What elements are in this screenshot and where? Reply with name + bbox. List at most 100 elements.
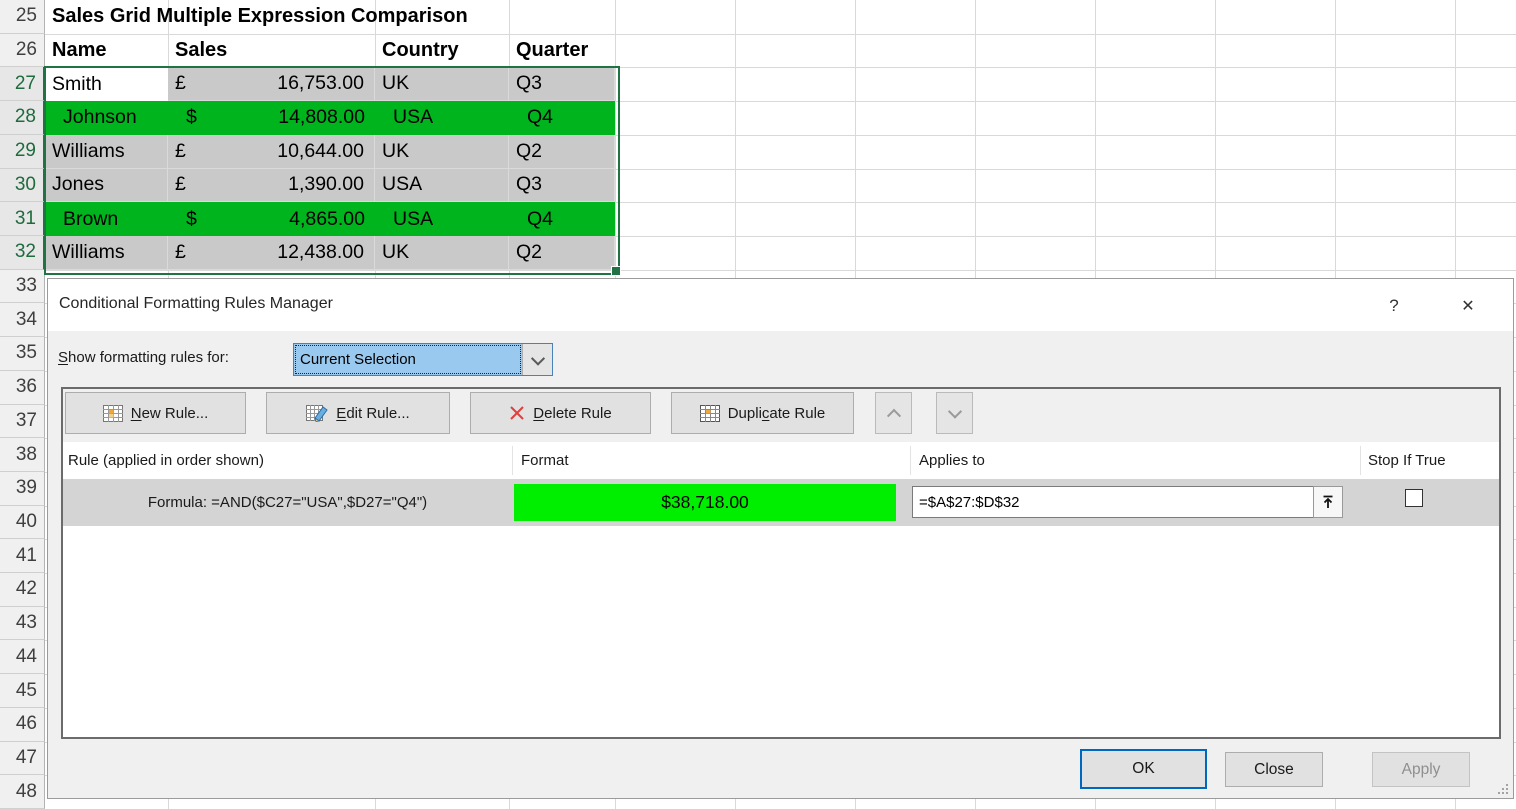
cell-quarter[interactable]: Q3 bbox=[509, 169, 615, 203]
currency-symbol: £ bbox=[175, 72, 186, 95]
row-header-43[interactable]: 43 bbox=[0, 607, 45, 641]
row-header-34[interactable]: 34 bbox=[0, 303, 45, 337]
row-header-32[interactable]: 32 bbox=[0, 236, 45, 270]
row-header-48[interactable]: 48 bbox=[0, 775, 45, 809]
sales-amount: 4,865.00 bbox=[289, 208, 365, 231]
scope-combobox-value[interactable]: Current Selection bbox=[294, 344, 522, 375]
currency-symbol: $ bbox=[186, 208, 197, 231]
delete-rule-button[interactable]: Delete Rule bbox=[470, 392, 651, 434]
column-header-quarter[interactable]: Quarter bbox=[509, 34, 615, 67]
delete-rule-label: Delete Rule bbox=[533, 405, 611, 422]
move-rule-down-button[interactable] bbox=[936, 392, 973, 434]
row-header-27[interactable]: 27 bbox=[0, 67, 45, 101]
row-header-33[interactable]: 33 bbox=[0, 270, 45, 304]
header-format: Format bbox=[521, 442, 569, 479]
rule-row[interactable]: Formula: =AND($C27="USA",$D27="Q4") $38,… bbox=[63, 479, 1499, 526]
cell-quarter[interactable]: Q4 bbox=[509, 101, 615, 135]
cell-sales[interactable]: $4,865.00 bbox=[168, 202, 375, 236]
rule-formula: Formula: =AND($C27="USA",$D27="Q4") bbox=[63, 479, 512, 526]
duplicate-rule-button[interactable]: Duplicate Rule bbox=[671, 392, 854, 434]
cell-country[interactable]: UK bbox=[375, 67, 509, 101]
row-header-47[interactable]: 47 bbox=[0, 742, 45, 776]
cell-country[interactable]: UK bbox=[375, 236, 509, 270]
column-header-country[interactable]: Country bbox=[375, 34, 509, 67]
edit-pencil-icon bbox=[306, 404, 328, 422]
row-header-41[interactable]: 41 bbox=[0, 539, 45, 573]
resize-grip[interactable] bbox=[1496, 782, 1508, 794]
column-divider bbox=[1360, 446, 1361, 475]
scope-combobox[interactable]: Current Selection bbox=[293, 343, 553, 376]
row-header-25[interactable]: 25 bbox=[0, 0, 45, 34]
row-header-30[interactable]: 30 bbox=[0, 169, 45, 203]
fill-handle[interactable] bbox=[611, 266, 621, 276]
cell-sales[interactable]: £10,644.00 bbox=[168, 135, 375, 169]
apply-button[interactable]: Apply bbox=[1372, 752, 1470, 787]
sales-amount: 16,753.00 bbox=[277, 72, 364, 95]
cell-sales[interactable]: $14,808.00 bbox=[168, 101, 375, 135]
collapse-range-icon bbox=[1321, 495, 1335, 510]
row-header-40[interactable]: 40 bbox=[0, 506, 45, 540]
column-header-name[interactable]: Name bbox=[45, 34, 168, 67]
cell-quarter[interactable]: Q4 bbox=[509, 202, 615, 236]
row-header-31[interactable]: 31 bbox=[0, 202, 45, 236]
cell-name[interactable]: Williams bbox=[45, 135, 168, 169]
cell-quarter[interactable]: Q3 bbox=[509, 67, 615, 101]
rule-format-preview: $38,718.00 bbox=[514, 484, 896, 521]
close-icon[interactable]: ✕ bbox=[1455, 293, 1481, 319]
sheet-title-cell[interactable]: Sales Grid Multiple Expression Compariso… bbox=[45, 0, 615, 33]
row-header-35[interactable]: 35 bbox=[0, 337, 45, 371]
cell-sales[interactable]: £1,390.00 bbox=[168, 169, 375, 203]
row-header-38[interactable]: 38 bbox=[0, 438, 45, 472]
cell-country[interactable]: USA bbox=[375, 101, 509, 135]
row-header-45[interactable]: 45 bbox=[0, 674, 45, 708]
row-header-26[interactable]: 26 bbox=[0, 34, 45, 68]
currency-symbol: £ bbox=[175, 241, 186, 264]
header-applies-to: Applies to bbox=[919, 442, 985, 479]
cell-name[interactable]: Williams bbox=[45, 236, 168, 270]
column-header-sales[interactable]: Sales bbox=[168, 34, 375, 67]
dialog-title: Conditional Formatting Rules Manager bbox=[59, 295, 333, 313]
cell-country[interactable]: USA bbox=[375, 169, 509, 203]
row-header-44[interactable]: 44 bbox=[0, 640, 45, 674]
red-x-icon bbox=[509, 405, 525, 421]
chevron-down-icon bbox=[530, 351, 544, 365]
row-header-36[interactable]: 36 bbox=[0, 371, 45, 405]
move-rule-up-button[interactable] bbox=[875, 392, 912, 434]
sales-amount: 14,808.00 bbox=[278, 106, 365, 129]
new-rule-button[interactable]: New Rule... bbox=[65, 392, 246, 434]
table-grid-icon bbox=[103, 405, 123, 422]
applies-to-input[interactable] bbox=[912, 486, 1314, 518]
row-header-39[interactable]: 39 bbox=[0, 472, 45, 506]
cell-sales[interactable]: £12,438.00 bbox=[168, 236, 375, 270]
ok-button[interactable]: OK bbox=[1080, 749, 1207, 789]
cell-quarter[interactable]: Q2 bbox=[509, 236, 615, 270]
currency-symbol: £ bbox=[175, 173, 186, 196]
sales-amount: 1,390.00 bbox=[288, 173, 364, 196]
cell-name[interactable]: Smith bbox=[45, 67, 168, 101]
cf-rules-manager-dialog: Conditional Formatting Rules Manager ? ✕… bbox=[47, 278, 1514, 799]
cell-name[interactable]: Johnson bbox=[45, 101, 168, 135]
column-divider bbox=[910, 446, 911, 475]
row-header-46[interactable]: 46 bbox=[0, 708, 45, 742]
row-header-29[interactable]: 29 bbox=[0, 135, 45, 169]
stop-if-true-checkbox[interactable] bbox=[1405, 489, 1423, 507]
edit-rule-label: Edit Rule... bbox=[336, 405, 409, 422]
help-icon[interactable]: ? bbox=[1381, 293, 1407, 319]
row-header-28[interactable]: 28 bbox=[0, 101, 45, 135]
close-button[interactable]: Close bbox=[1225, 752, 1323, 787]
cell-name[interactable]: Brown bbox=[45, 202, 168, 236]
row-header-37[interactable]: 37 bbox=[0, 405, 45, 439]
edit-rule-button[interactable]: Edit Rule... bbox=[266, 392, 450, 434]
duplicate-rule-label: Duplicate Rule bbox=[728, 405, 826, 422]
cell-name[interactable]: Jones bbox=[45, 169, 168, 203]
row-header-42[interactable]: 42 bbox=[0, 573, 45, 607]
cell-country[interactable]: UK bbox=[375, 135, 509, 169]
cell-sales[interactable]: £16,753.00 bbox=[168, 67, 375, 101]
sales-amount: 10,644.00 bbox=[277, 140, 364, 163]
cell-country[interactable]: USA bbox=[375, 202, 509, 236]
gridline bbox=[45, 270, 1516, 271]
combobox-dropdown-button[interactable] bbox=[522, 344, 552, 375]
rules-list-headers: Rule (applied in order shown) Format App… bbox=[63, 442, 1499, 479]
collapse-dialog-button[interactable] bbox=[1313, 486, 1343, 518]
cell-quarter[interactable]: Q2 bbox=[509, 135, 615, 169]
